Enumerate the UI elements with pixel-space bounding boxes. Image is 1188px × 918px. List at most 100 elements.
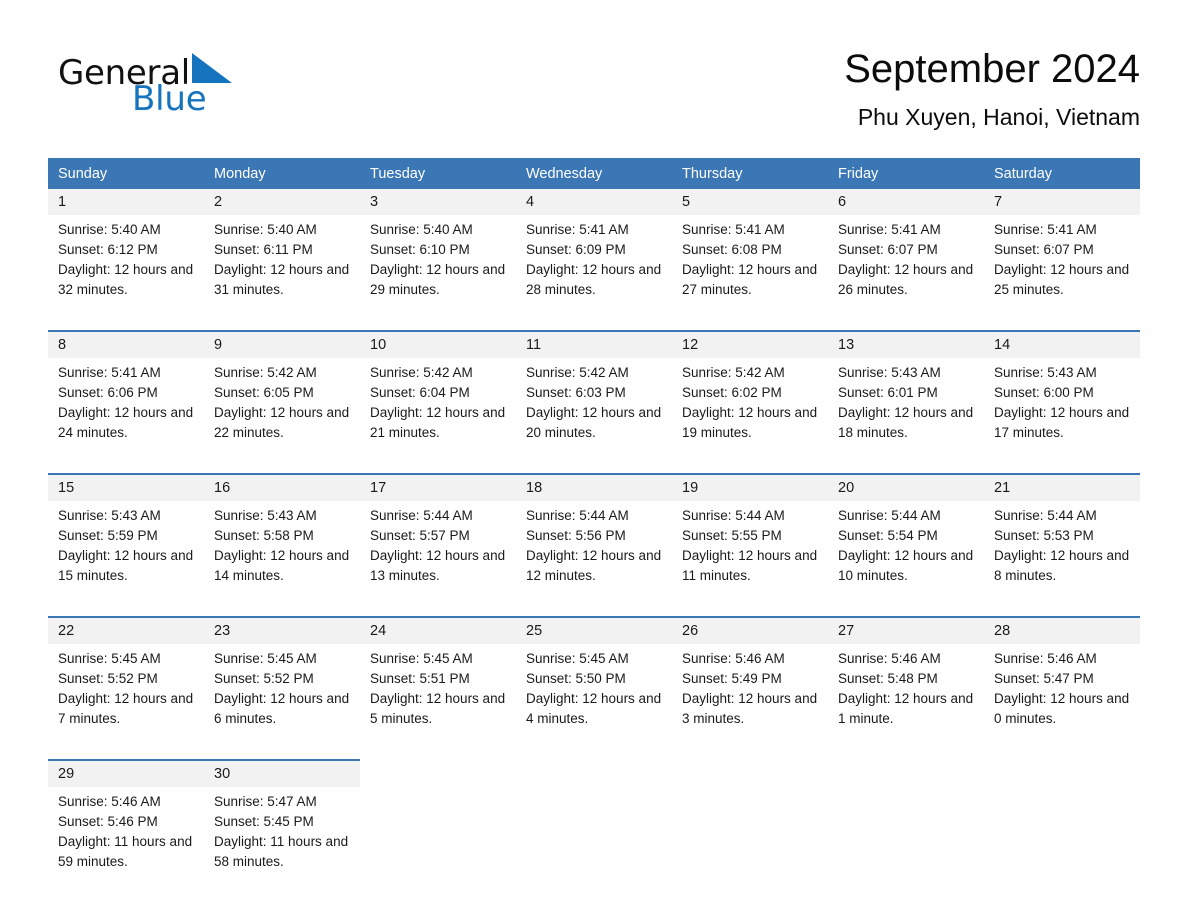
day-number[interactable]: 9 [204, 330, 360, 358]
daylight-text: Daylight: 12 hours and 14 minutes. [214, 548, 350, 583]
day-number[interactable]: 17 [360, 473, 516, 501]
day-number[interactable]: 4 [516, 189, 672, 215]
daylight-text: Daylight: 12 hours and 1 minute. [838, 691, 974, 726]
day-number[interactable]: 1 [48, 189, 204, 215]
day-number[interactable]: 7 [984, 189, 1140, 215]
sunrise-text: Sunrise: 5:44 AM [526, 508, 629, 523]
sunrise-text: Sunrise: 5:40 AM [58, 222, 161, 237]
day-cell[interactable]: Sunrise: 5:41 AM Sunset: 6:07 PM Dayligh… [828, 215, 984, 331]
sunset-text: Sunset: 6:09 PM [526, 242, 626, 257]
day-cell[interactable]: Sunrise: 5:44 AM Sunset: 5:57 PM Dayligh… [360, 501, 516, 617]
daylight-text: Daylight: 12 hours and 8 minutes. [994, 548, 1130, 583]
day-number[interactable]: 3 [360, 189, 516, 215]
sunset-text: Sunset: 5:45 PM [214, 814, 314, 829]
day-number[interactable]: 12 [672, 330, 828, 358]
day-cell[interactable]: Sunrise: 5:44 AM Sunset: 5:56 PM Dayligh… [516, 501, 672, 617]
brand-logo[interactable]: General Blue [58, 52, 358, 122]
sunrise-text: Sunrise: 5:40 AM [370, 222, 473, 237]
day-cell[interactable]: Sunrise: 5:43 AM Sunset: 6:01 PM Dayligh… [828, 358, 984, 474]
day-cell[interactable]: Sunrise: 5:42 AM Sunset: 6:04 PM Dayligh… [360, 358, 516, 474]
day-number[interactable]: 22 [48, 616, 204, 644]
day-number[interactable]: 25 [516, 616, 672, 644]
day-number[interactable]: 29 [48, 759, 204, 787]
daylight-text: Daylight: 12 hours and 20 minutes. [526, 405, 662, 440]
sunrise-text: Sunrise: 5:46 AM [682, 651, 785, 666]
weekday-header-thursday: Thursday [672, 158, 828, 189]
day-number[interactable]: 30 [204, 759, 360, 787]
calendar-grid: Sunday Monday Tuesday Wednesday Thursday… [48, 158, 1140, 902]
day-number[interactable]: 19 [672, 473, 828, 501]
sunrise-text: Sunrise: 5:42 AM [214, 365, 317, 380]
day-cell[interactable]: Sunrise: 5:44 AM Sunset: 5:54 PM Dayligh… [828, 501, 984, 617]
day-number[interactable]: 18 [516, 473, 672, 501]
sunset-text: Sunset: 6:11 PM [214, 242, 313, 257]
day-number[interactable]: 13 [828, 330, 984, 358]
day-cell[interactable]: Sunrise: 5:44 AM Sunset: 5:55 PM Dayligh… [672, 501, 828, 617]
day-cell[interactable]: Sunrise: 5:44 AM Sunset: 5:53 PM Dayligh… [984, 501, 1140, 617]
week-detail-row: Sunrise: 5:45 AM Sunset: 5:52 PM Dayligh… [48, 644, 1140, 760]
day-cell[interactable]: Sunrise: 5:42 AM Sunset: 6:03 PM Dayligh… [516, 358, 672, 474]
sunset-text: Sunset: 6:06 PM [58, 385, 158, 400]
day-number[interactable]: 2 [204, 189, 360, 215]
day-number[interactable]: 24 [360, 616, 516, 644]
daylight-text: Daylight: 12 hours and 5 minutes. [370, 691, 506, 726]
day-cell[interactable]: Sunrise: 5:41 AM Sunset: 6:07 PM Dayligh… [984, 215, 1140, 331]
day-cell[interactable]: Sunrise: 5:40 AM Sunset: 6:12 PM Dayligh… [48, 215, 204, 331]
day-cell[interactable]: Sunrise: 5:45 AM Sunset: 5:50 PM Dayligh… [516, 644, 672, 760]
day-number[interactable]: 21 [984, 473, 1140, 501]
day-number[interactable]: 10 [360, 330, 516, 358]
daylight-text: Daylight: 12 hours and 28 minutes. [526, 262, 662, 297]
day-cell[interactable]: Sunrise: 5:41 AM Sunset: 6:09 PM Dayligh… [516, 215, 672, 331]
day-number[interactable]: 28 [984, 616, 1140, 644]
daylight-text: Daylight: 12 hours and 4 minutes. [526, 691, 662, 726]
sunset-text: Sunset: 5:55 PM [682, 528, 782, 543]
day-cell[interactable]: Sunrise: 5:43 AM Sunset: 6:00 PM Dayligh… [984, 358, 1140, 474]
day-cell[interactable]: Sunrise: 5:45 AM Sunset: 5:52 PM Dayligh… [48, 644, 204, 760]
day-cell[interactable]: Sunrise: 5:42 AM Sunset: 6:02 PM Dayligh… [672, 358, 828, 474]
calendar-body: 1 2 3 4 5 6 7 Sunrise: 5:40 AM Sunset: 6… [48, 189, 1140, 902]
day-cell[interactable]: Sunrise: 5:46 AM Sunset: 5:48 PM Dayligh… [828, 644, 984, 760]
day-number[interactable]: 11 [516, 330, 672, 358]
daylight-text: Daylight: 12 hours and 11 minutes. [682, 548, 818, 583]
day-number[interactable]: 5 [672, 189, 828, 215]
sunrise-text: Sunrise: 5:46 AM [838, 651, 941, 666]
week-number-row: 15 16 17 18 19 20 21 [48, 473, 1140, 501]
sunset-text: Sunset: 6:01 PM [838, 385, 938, 400]
sunset-text: Sunset: 5:49 PM [682, 671, 782, 686]
weekday-header-friday: Friday [828, 158, 984, 189]
sunset-text: Sunset: 6:07 PM [838, 242, 938, 257]
weekday-header-saturday: Saturday [984, 158, 1140, 189]
day-cell[interactable]: Sunrise: 5:46 AM Sunset: 5:49 PM Dayligh… [672, 644, 828, 760]
daylight-text: Daylight: 12 hours and 25 minutes. [994, 262, 1130, 297]
day-number[interactable]: 20 [828, 473, 984, 501]
day-cell[interactable]: Sunrise: 5:45 AM Sunset: 5:51 PM Dayligh… [360, 644, 516, 760]
week-number-row: 22 23 24 25 26 27 28 [48, 616, 1140, 644]
sunrise-text: Sunrise: 5:41 AM [526, 222, 629, 237]
day-number[interactable]: 26 [672, 616, 828, 644]
weekday-header-tuesday: Tuesday [360, 158, 516, 189]
day-cell[interactable]: Sunrise: 5:46 AM Sunset: 5:46 PM Dayligh… [48, 787, 204, 902]
day-cell[interactable]: Sunrise: 5:41 AM Sunset: 6:08 PM Dayligh… [672, 215, 828, 331]
day-number[interactable]: 16 [204, 473, 360, 501]
day-number[interactable]: 23 [204, 616, 360, 644]
day-number[interactable]: 15 [48, 473, 204, 501]
day-cell[interactable]: Sunrise: 5:42 AM Sunset: 6:05 PM Dayligh… [204, 358, 360, 474]
day-number[interactable]: 6 [828, 189, 984, 215]
day-number[interactable]: 27 [828, 616, 984, 644]
day-cell[interactable]: Sunrise: 5:46 AM Sunset: 5:47 PM Dayligh… [984, 644, 1140, 760]
day-cell[interactable]: Sunrise: 5:40 AM Sunset: 6:11 PM Dayligh… [204, 215, 360, 331]
calendar-page: General Blue September 2024 Phu Xuyen, H… [0, 0, 1188, 918]
sunrise-text: Sunrise: 5:43 AM [58, 508, 161, 523]
day-cell[interactable]: Sunrise: 5:47 AM Sunset: 5:45 PM Dayligh… [204, 787, 360, 902]
weekday-header-wednesday: Wednesday [516, 158, 672, 189]
day-cell[interactable]: Sunrise: 5:43 AM Sunset: 5:59 PM Dayligh… [48, 501, 204, 617]
day-number[interactable]: 8 [48, 330, 204, 358]
sunset-text: Sunset: 5:48 PM [838, 671, 938, 686]
day-cell[interactable]: Sunrise: 5:41 AM Sunset: 6:06 PM Dayligh… [48, 358, 204, 474]
sunset-text: Sunset: 5:51 PM [370, 671, 470, 686]
day-cell[interactable]: Sunrise: 5:45 AM Sunset: 5:52 PM Dayligh… [204, 644, 360, 760]
daylight-text: Daylight: 12 hours and 19 minutes. [682, 405, 818, 440]
day-cell[interactable]: Sunrise: 5:40 AM Sunset: 6:10 PM Dayligh… [360, 215, 516, 331]
day-cell[interactable]: Sunrise: 5:43 AM Sunset: 5:58 PM Dayligh… [204, 501, 360, 617]
day-number[interactable]: 14 [984, 330, 1140, 358]
